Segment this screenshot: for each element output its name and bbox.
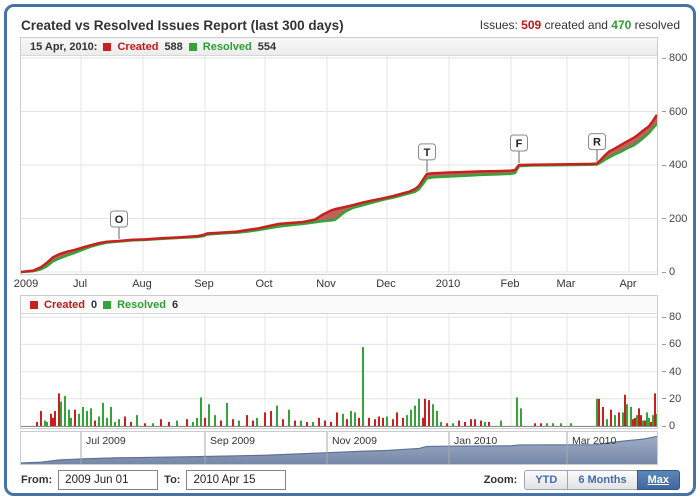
bar-y-tick: 40	[662, 366, 681, 378]
svg-text:R: R	[593, 137, 601, 149]
bar-y-axis: 0 20 40 60 80	[662, 314, 694, 429]
x-axis-tick: Apr	[619, 278, 636, 290]
x-axis-tick: Jul	[73, 278, 87, 290]
bottom-controls: From: To: Zoom: YTD 6 Months Max	[21, 468, 680, 492]
created-legend-value: 588	[164, 41, 182, 53]
x-axis-tick: Nov	[316, 278, 336, 290]
main-chart[interactable]: O T F R	[21, 56, 657, 275]
svg-text:F: F	[516, 138, 523, 150]
report-header: Created vs Resolved Issues Report (last …	[21, 15, 680, 35]
summary-mid: created and	[545, 18, 608, 32]
main-y-tick: 0	[662, 266, 675, 278]
created-count: 509	[521, 18, 541, 32]
bar-chart-legend: Created 0 Resolved 6	[21, 296, 657, 314]
main-y-tick: 600	[662, 106, 687, 118]
zoom-label: Zoom:	[484, 474, 518, 486]
x-axis-labels: 2009JulAugSepOctNovDec2010FebMarApr	[20, 276, 658, 293]
x-axis-tick: Dec	[376, 278, 396, 290]
issues-summary: Issues: 509 created and 470 resolved	[480, 18, 680, 32]
x-axis-tick: Feb	[501, 278, 520, 290]
summary-suffix: resolved	[635, 18, 680, 32]
created-legend-label: Created	[117, 41, 158, 53]
x-axis-tick: Mar	[557, 278, 576, 290]
bar-y-tick: 60	[662, 338, 681, 350]
svg-text:T: T	[424, 147, 431, 159]
created-swatch-icon	[103, 43, 111, 51]
x-axis-tick: Sep	[194, 278, 214, 290]
main-y-tick: 200	[662, 213, 687, 225]
resolved-legend-value: 554	[258, 41, 276, 53]
zoom-group: Zoom: YTD 6 Months Max	[484, 470, 680, 490]
resolved-swatch-icon	[189, 43, 197, 51]
zoom-max-button[interactable]: Max	[637, 470, 680, 490]
bar-resolved-legend-label: Resolved	[117, 299, 166, 311]
main-y-tick: 800	[662, 52, 687, 64]
zoom-6months-button[interactable]: 6 Months	[567, 470, 637, 490]
svg-text:Jul 2009: Jul 2009	[86, 435, 126, 447]
bar-resolved-swatch-icon	[103, 301, 111, 309]
x-axis-tick: 2010	[436, 278, 460, 290]
navigator[interactable]: Jul 2009 Sep 2009 Nov 2009 Jan 2010 Mar 2010	[20, 431, 658, 465]
x-axis-tick: Oct	[255, 278, 272, 290]
svg-text:Nov 2009: Nov 2009	[332, 435, 377, 447]
x-axis-tick: Aug	[132, 278, 152, 290]
x-axis-tick: 2009	[14, 278, 38, 290]
summary-prefix: Issues:	[480, 18, 518, 32]
to-label: To:	[164, 474, 180, 486]
main-y-axis: 0200400600800	[662, 56, 694, 275]
date-range-group: From: To:	[21, 470, 286, 490]
svg-text:Jan 2010: Jan 2010	[454, 435, 497, 447]
main-chart-panel: 15 Apr, 2010: Created 588 Resolved 554 O…	[20, 37, 658, 275]
svg-text:Sep 2009: Sep 2009	[210, 435, 255, 447]
from-input[interactable]	[58, 470, 158, 490]
report-panel: Created vs Resolved Issues Report (last …	[4, 4, 696, 496]
bar-created-legend-label: Created	[44, 299, 85, 311]
bar-y-tick: 0	[662, 420, 675, 432]
bar-chart[interactable]	[21, 314, 657, 429]
bar-chart-panel: Created 0 Resolved 6	[20, 295, 658, 429]
bar-y-tick: 80	[662, 311, 681, 323]
page-title: Created vs Resolved Issues Report (last …	[21, 18, 344, 33]
resolved-count: 470	[611, 18, 631, 32]
svg-text:Mar 2010: Mar 2010	[572, 435, 617, 447]
bar-resolved-legend-value: 6	[172, 299, 178, 311]
legend-date: 15 Apr, 2010:	[30, 41, 97, 53]
bar-created-legend-value: 0	[91, 299, 97, 311]
from-label: From:	[21, 474, 52, 486]
bar-created-swatch-icon	[30, 301, 38, 309]
svg-text:O: O	[115, 214, 124, 226]
to-input[interactable]	[186, 470, 286, 490]
zoom-ytd-button[interactable]: YTD	[524, 470, 568, 490]
main-y-tick: 400	[662, 159, 687, 171]
resolved-legend-label: Resolved	[203, 41, 252, 53]
bar-y-tick: 20	[662, 393, 681, 405]
main-chart-legend: 15 Apr, 2010: Created 588 Resolved 554	[21, 38, 657, 56]
navigator-chart[interactable]: Jul 2009 Sep 2009 Nov 2009 Jan 2010 Mar 2010	[21, 432, 657, 464]
